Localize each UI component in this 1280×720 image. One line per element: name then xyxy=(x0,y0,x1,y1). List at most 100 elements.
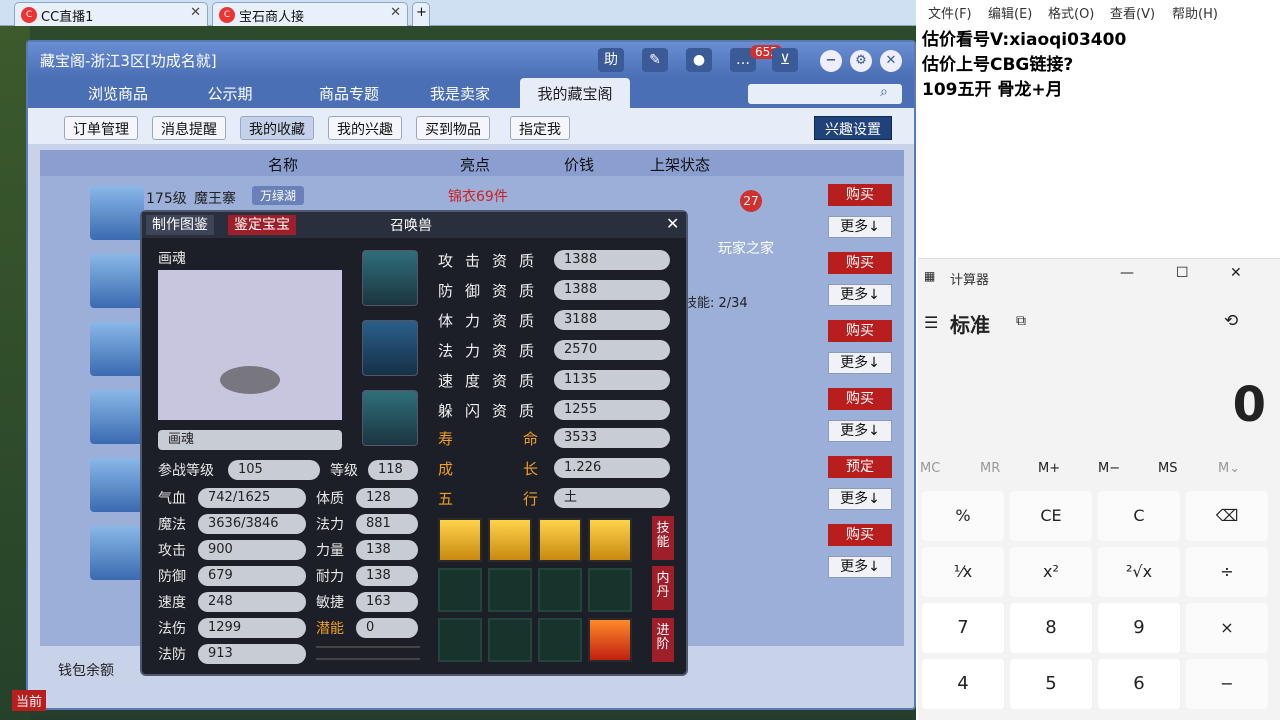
buy-button[interactable]: 购买 xyxy=(828,184,892,206)
clear-entry-button[interactable]: CE xyxy=(1010,491,1092,541)
digit-8-button[interactable]: 8 xyxy=(1010,603,1092,653)
tab-my-cbg[interactable]: 我的藏宝阁 xyxy=(520,78,630,108)
reserve-button[interactable]: 预定 xyxy=(828,456,892,478)
maximize-icon[interactable]: ☐ xyxy=(1176,265,1189,281)
digit-4-button[interactable]: 4 xyxy=(922,659,1004,709)
menu-view[interactable]: 查看(V) xyxy=(1110,3,1155,22)
empty-slot-icon[interactable] xyxy=(438,568,482,612)
my-interest-button[interactable]: 我的兴趣 xyxy=(328,116,402,140)
close-tab-icon[interactable]: ✕ xyxy=(390,5,401,20)
side-tab-core[interactable]: 内丹 xyxy=(652,566,674,610)
equip-collar-icon[interactable] xyxy=(362,390,418,446)
more-button[interactable]: 更多↓ xyxy=(828,216,892,238)
my-favorites-button[interactable]: 我的收藏 xyxy=(240,116,314,140)
record-icon[interactable]: ● xyxy=(686,48,712,72)
mem-store-button[interactable]: MS xyxy=(1158,461,1177,476)
settings-gear-icon[interactable]: ⚙ xyxy=(850,50,872,72)
minimize-icon[interactable]: — xyxy=(1120,265,1134,281)
close-tab-icon[interactable]: ✕ xyxy=(190,5,201,20)
divide-button[interactable]: ÷ xyxy=(1186,547,1268,597)
avatar[interactable] xyxy=(90,254,144,308)
search-input[interactable] xyxy=(748,84,902,104)
pet-name-field[interactable]: 画魂 xyxy=(158,430,342,450)
skill-claw-icon[interactable] xyxy=(538,518,582,562)
reciprocal-button[interactable]: ¹⁄x xyxy=(922,547,1004,597)
digit-5-button[interactable]: 5 xyxy=(1010,659,1092,709)
avatar[interactable] xyxy=(90,526,144,580)
order-manage-button[interactable]: 订单管理 xyxy=(64,116,138,140)
edit-icon[interactable]: ✎ xyxy=(642,48,668,72)
empty-slot-icon[interactable] xyxy=(488,618,532,662)
assigned-me-button[interactable]: 指定我 xyxy=(510,116,570,140)
more-button[interactable]: 更多↓ xyxy=(828,352,892,374)
menu-format[interactable]: 格式(O) xyxy=(1048,3,1094,22)
notepad-line[interactable]: 估价看号V:xiaoqi03400 xyxy=(922,25,1126,50)
avatar[interactable] xyxy=(90,458,144,512)
menu-file[interactable]: 文件(F) xyxy=(928,3,972,22)
menu-edit[interactable]: 编辑(E) xyxy=(988,3,1032,22)
tab-browse[interactable]: 浏览商品 xyxy=(68,78,168,108)
buy-button[interactable]: 购买 xyxy=(828,252,892,274)
digit-7-button[interactable]: 7 xyxy=(922,603,1004,653)
player-home-tab[interactable]: 玩家之家 xyxy=(718,238,774,258)
mem-add-button[interactable]: M+ xyxy=(1038,461,1060,476)
side-tab-skills[interactable]: 技能 xyxy=(652,516,674,560)
buy-button[interactable]: 购买 xyxy=(828,320,892,342)
help-button[interactable]: 助 xyxy=(598,48,624,72)
current-channel[interactable]: 当前 xyxy=(12,690,47,711)
close-icon[interactable]: ✕ xyxy=(666,214,679,233)
notepad-line[interactable]: 估价上号CBG链接? xyxy=(922,50,1073,75)
buy-button[interactable]: 购买 xyxy=(828,524,892,546)
bought-items-button[interactable]: 买到物品 xyxy=(416,116,490,140)
interest-settings-button[interactable]: 兴趣设置 xyxy=(814,116,892,140)
tab-seller[interactable]: 我是卖家 xyxy=(410,78,510,108)
search-icon[interactable]: ⌕ xyxy=(880,84,888,100)
hamburger-menu-icon[interactable]: ☰ xyxy=(924,313,938,332)
digit-6-button[interactable]: 6 xyxy=(1098,659,1180,709)
atlas-button[interactable]: 制作图鉴 xyxy=(146,215,214,235)
mem-sub-button[interactable]: M− xyxy=(1098,461,1120,476)
mem-list-button[interactable]: M⌄ xyxy=(1218,461,1240,476)
percent-button[interactable]: % xyxy=(922,491,1004,541)
equip-ring-icon[interactable] xyxy=(362,320,418,376)
more-button[interactable]: 更多↓ xyxy=(828,420,892,442)
empty-slot-icon[interactable] xyxy=(488,568,532,612)
close-icon[interactable]: ✕ xyxy=(1230,265,1242,281)
more-button[interactable]: 更多↓ xyxy=(828,488,892,510)
empty-slot-icon[interactable] xyxy=(438,618,482,662)
close-icon[interactable]: ✕ xyxy=(880,50,902,72)
multiply-button[interactable]: × xyxy=(1186,603,1268,653)
equip-armor-icon[interactable] xyxy=(362,250,418,306)
avatar[interactable] xyxy=(90,322,144,376)
skill-rune-icon[interactable] xyxy=(588,518,632,562)
minus-button[interactable]: − xyxy=(1186,659,1268,709)
browser-tab-gem[interactable]: C 宝石商人接 ✕ xyxy=(212,2,408,26)
empty-slot-icon[interactable] xyxy=(538,568,582,612)
avatar[interactable] xyxy=(90,186,144,240)
mem-recall-button[interactable]: MR xyxy=(980,461,1000,476)
skill-heart-icon[interactable] xyxy=(488,518,532,562)
avatar[interactable] xyxy=(90,390,144,444)
backspace-icon[interactable]: ⌫ xyxy=(1186,491,1268,541)
browser-tab-cc[interactable]: C CC直播1 ✕ xyxy=(14,2,208,26)
empty-slot-icon[interactable] xyxy=(588,568,632,612)
message-alert-button[interactable]: 消息提醒 xyxy=(152,116,226,140)
skill-fire-icon[interactable] xyxy=(588,618,632,662)
side-tab-advance[interactable]: 进阶 xyxy=(652,618,674,662)
sqrt-button[interactable]: ²√x xyxy=(1098,547,1180,597)
empty-slot-icon[interactable] xyxy=(538,618,582,662)
cart-icon[interactable]: ⊻ xyxy=(772,48,798,72)
tab-public[interactable]: 公示期 xyxy=(180,78,280,108)
mem-clear-button[interactable]: MC xyxy=(920,461,940,476)
menu-help[interactable]: 帮助(H) xyxy=(1172,3,1218,22)
new-tab-button[interactable]: + xyxy=(412,2,430,26)
appraise-button[interactable]: 鉴定宝宝 xyxy=(228,215,296,235)
keep-on-top-icon[interactable]: ⧉ xyxy=(1016,313,1026,329)
skill-skeleton-icon[interactable] xyxy=(438,518,482,562)
minimize-icon[interactable]: − xyxy=(820,50,842,72)
digit-9-button[interactable]: 9 xyxy=(1098,603,1180,653)
notepad-line[interactable]: 109五开 骨龙+月 xyxy=(922,75,1063,100)
tab-topics[interactable]: 商品专题 xyxy=(294,78,404,108)
history-icon[interactable]: ⟲ xyxy=(1224,311,1238,331)
more-button[interactable]: 更多↓ xyxy=(828,284,892,306)
